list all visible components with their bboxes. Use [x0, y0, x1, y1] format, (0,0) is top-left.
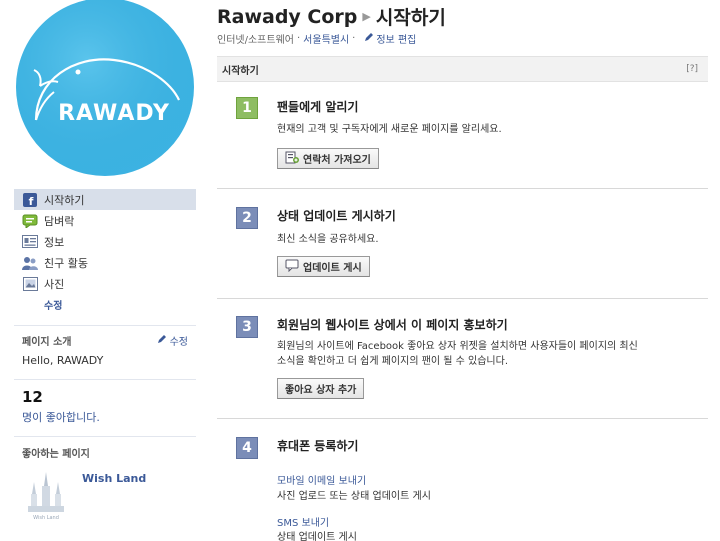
step-divider — [217, 418, 708, 419]
page-title: Rawady Corp ▶ 시작하기 — [217, 3, 446, 30]
section-title: 시작하기 — [375, 7, 446, 29]
liked-page-link[interactable]: Wish Land — [82, 472, 146, 485]
nav-item-label: 시작하기 — [44, 193, 85, 207]
step-text-4a: 사진 업로드 또는 상태 업데이트 게시 — [277, 491, 431, 502]
step-number-2: 2 — [236, 207, 258, 229]
post-update-button[interactable]: 업데이트 게시 — [277, 256, 370, 277]
nav-item-label: 친구 활동 — [44, 256, 88, 270]
getting-started-panel: 시작하기 [?] 1 팬들에게 알리기 현재의 고객 및 구독자에게 새로운 페… — [217, 56, 708, 541]
info-card-icon — [22, 234, 38, 250]
facebook-icon: f — [22, 192, 38, 208]
liked-pages-heading: 좋아하는 페이지 — [22, 449, 90, 460]
location-link[interactable]: 서울특별시 — [303, 31, 349, 46]
send-sms-link[interactable]: SMS 보내기 — [277, 514, 329, 529]
edit-info-link[interactable]: 정보 편집 — [364, 31, 416, 46]
panel-title: 시작하기 — [222, 65, 259, 77]
nav-item-getting-started[interactable]: f 시작하기 — [14, 189, 196, 210]
svg-text:f: f — [29, 195, 34, 207]
step-number-3: 3 — [236, 316, 258, 338]
step-desc-2: 최신 소식을 공유하세요. — [277, 234, 379, 245]
import-contacts-button[interactable]: 연락처 가져오기 — [277, 148, 379, 169]
wall-icon — [22, 213, 38, 229]
step-desc-3b: 소식을 확인하고 더 쉽게 페이지의 팬이 될 수 있습니다. — [277, 356, 509, 367]
step-title-1: 팬들에게 알리기 — [277, 100, 359, 114]
pencil-icon — [157, 334, 167, 347]
page-header: Rawady Corp ▶ 시작하기 — [217, 3, 446, 30]
send-mobile-email-link[interactable]: 모바일 이메일 보내기 — [277, 472, 366, 487]
step-desc-3a: 회원님의 사이트에 Facebook 좋아요 상자 위젯을 설치하면 사용자들이… — [277, 341, 638, 352]
nav-item-info[interactable]: 정보 — [14, 231, 196, 252]
nav-edit-link[interactable]: 수정 — [14, 294, 196, 314]
import-contacts-icon — [285, 151, 299, 167]
step-title-2: 상태 업데이트 게시하기 — [277, 209, 396, 223]
nav-item-wall[interactable]: 담벼락 — [14, 210, 196, 231]
page-name-link[interactable]: Rawady Corp — [217, 6, 357, 28]
photos-icon — [22, 276, 38, 292]
wish-land-thumbnail[interactable]: Wish Land — [24, 468, 68, 522]
page-subline: 인터넷/소프트웨어 · 서울특별시 · 정보 편집 — [217, 31, 416, 46]
nav-item-label: 사진 — [44, 277, 65, 291]
speech-bubble-icon — [285, 259, 299, 275]
pencil-icon — [364, 32, 374, 45]
add-like-box-button[interactable]: 좋아요 상자 추가 — [277, 378, 365, 399]
page-nav: f 시작하기 담벼락 정보 친구 활동 사진 수정 — [14, 189, 196, 314]
profile-picture[interactable]: RAWADY — [14, 0, 196, 183]
nav-item-friend-activity[interactable]: 친구 활동 — [14, 252, 196, 273]
breadcrumb-arrow-icon: ▶ — [362, 10, 371, 23]
step-divider — [217, 298, 708, 299]
about-text: Hello, RAWADY — [22, 354, 104, 367]
separator-dot: · — [352, 33, 356, 44]
step-title-4: 휴대폰 등록하기 — [277, 439, 359, 453]
step-number-4: 4 — [236, 437, 258, 459]
likes-count: 12 — [22, 388, 43, 406]
button-label: 연락처 가져오기 — [303, 155, 371, 166]
wish-land-thumb-text: Wish Land — [33, 515, 59, 521]
friends-icon — [22, 255, 38, 271]
divider — [14, 379, 196, 380]
category-text: 인터넷/소프트웨어 — [217, 35, 294, 46]
logo-text: RAWADY — [58, 101, 170, 126]
divider — [14, 325, 196, 326]
nav-item-photos[interactable]: 사진 — [14, 273, 196, 294]
step-desc-1: 현재의 고객 및 구독자에게 새로운 페이지를 알리세요. — [277, 124, 502, 135]
edit-info-label: 정보 편집 — [376, 35, 417, 46]
step-title-3: 회원님의 웹사이트 상에서 이 페이지 홍보하기 — [277, 318, 508, 332]
nav-item-label: 담벼락 — [44, 214, 75, 228]
left-sidebar: RAWADY f 시작하기 담벼락 정보 친구 활동 사진 수정 페이지 소개 … — [0, 0, 196, 541]
about-edit-link[interactable]: 수정 — [157, 333, 188, 348]
step-divider — [217, 188, 708, 189]
button-label: 좋아요 상자 추가 — [285, 385, 357, 396]
help-link[interactable]: [?] — [686, 64, 698, 74]
step-number-1: 1 — [236, 97, 258, 119]
nav-item-label: 정보 — [44, 235, 65, 249]
separator-dot: · — [296, 33, 301, 44]
divider — [14, 436, 196, 437]
about-heading: 페이지 소개 — [22, 337, 72, 348]
panel-header: 시작하기 [?] — [217, 56, 708, 82]
step-text-4b: 상태 업데이트 게시 — [277, 532, 357, 541]
button-label: 업데이트 게시 — [303, 263, 362, 274]
about-edit-label: 수정 — [169, 337, 188, 348]
likes-label[interactable]: 명이 좋아합니다. — [22, 409, 100, 425]
